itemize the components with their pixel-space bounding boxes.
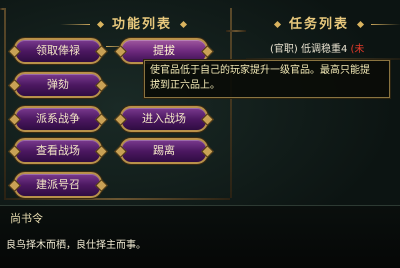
title-dot-icon [97,20,105,29]
functions-title: 功能列表 [36,14,206,47]
title-ornament-left [60,24,91,25]
title-dot-icon [274,20,282,29]
tooltip-line-1: 使官品低于自己的玩家提升一级官品。最高只能提 [150,65,370,76]
promote-tooltip: 使官品低于自己的玩家提升一级官品。最高只能提 拔到正六品上。 [144,60,390,98]
view-battle-button[interactable]: 查看战场 [14,138,102,164]
tasks-title: 任务列表 [260,14,400,36]
frame-left [4,8,6,198]
task-status: (未 [350,44,365,55]
npc-name: 尚书令 [10,212,43,225]
enter-battle-button[interactable]: 进入战场 [120,106,208,132]
faction-war-button[interactable]: 派系战争 [14,106,102,132]
tasks-title-text: 任务列表 [288,17,349,32]
impeach-button[interactable]: 弹劾 [14,72,102,98]
frame-middle [226,30,246,32]
summon-button[interactable]: 建派号召 [14,172,102,198]
title-dot-icon [179,20,187,29]
game-ui-panel: 功能列表 任务列表 领取俸禄 提拔 弹劾 派系战争 进入战场 查看战场 踢离 建… [0,0,400,268]
npc-quote: 良鸟择木而栖，良仕择主而事。 [6,240,146,251]
tooltip-line-2: 拔到正六品上。 [150,80,220,91]
frame-bottom [4,198,230,200]
task-text: (官职) 低调稳重4 [270,44,348,55]
dispatch-button[interactable]: 踢离 [120,138,208,164]
task-item[interactable]: (官职) 低调稳重4 (未 [270,40,364,55]
frame-divider [230,8,232,198]
functions-title-text: 功能列表 [111,17,172,32]
salary-button[interactable]: 领取俸禄 [14,38,102,64]
title-dot-icon [356,20,364,29]
title-ornament-right [370,24,400,25]
